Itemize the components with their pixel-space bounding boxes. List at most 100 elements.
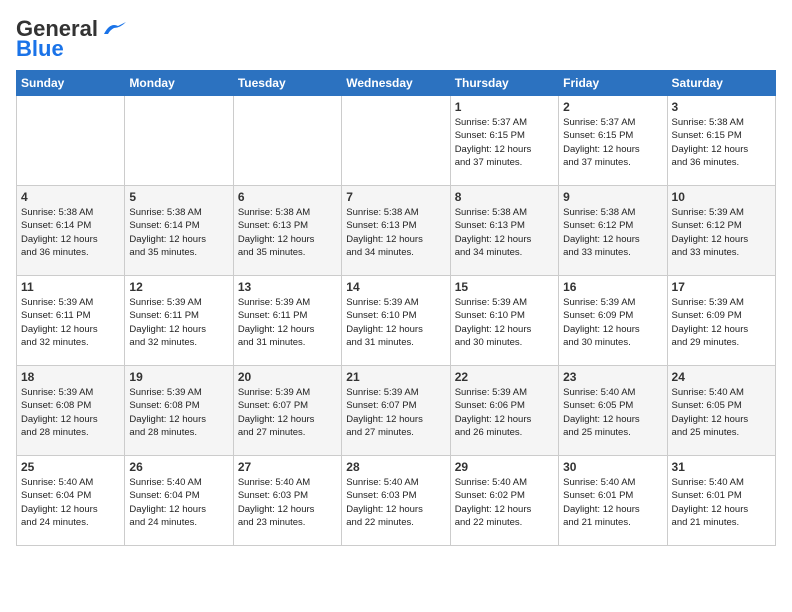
cell-info: Sunrise: 5:39 AMSunset: 6:08 PMDaylight:… [129, 386, 228, 439]
day-number: 7 [346, 190, 445, 204]
calendar-header-row: SundayMondayTuesdayWednesdayThursdayFrid… [17, 71, 776, 96]
calendar-cell: 5Sunrise: 5:38 AMSunset: 6:14 PMDaylight… [125, 186, 233, 276]
day-number: 12 [129, 280, 228, 294]
calendar-week-row: 11Sunrise: 5:39 AMSunset: 6:11 PMDayligh… [17, 276, 776, 366]
day-number: 4 [21, 190, 120, 204]
calendar-cell: 9 Sunrise: 5:38 AMSunset: 6:12 PMDaylight… [559, 186, 667, 276]
calendar-cell: 2 Sunrise: 5:37 AMSunset: 6:15 PMDaylight… [559, 96, 667, 186]
calendar-cell: 20Sunrise: 5:39 AMSunset: 6:07 PMDayligh… [233, 366, 341, 456]
cell-info: Sunrise: 5:39 AMSunset: 6:10 PMDaylight:… [455, 296, 554, 349]
cell-info: Sunrise: 5:39 AMSunset: 6:06 PMDaylight:… [455, 386, 554, 439]
day-number: 24 [672, 370, 771, 384]
day-number: 14 [346, 280, 445, 294]
cell-info: Sunrise: 5:39 AMSunset: 6:11 PMDaylight:… [238, 296, 337, 349]
day-number: 31 [672, 460, 771, 474]
day-number: 21 [346, 370, 445, 384]
calendar-cell: 12 Sunrise: 5:39 AMSunset: 6:11 PMDayligh… [125, 276, 233, 366]
day-number: 26 [129, 460, 228, 474]
calendar-cell: 26 Sunrise: 5:40 AMSunset: 6:04 PMDayligh… [125, 456, 233, 546]
calendar-cell: 18 Sunrise: 5:39 AMSunset: 6:08 PMDayligh… [17, 366, 125, 456]
day-number: 23 [563, 370, 662, 384]
calendar-cell: 21 Sunrise: 5:39 AMSunset: 6:07 PMDayligh… [342, 366, 450, 456]
cell-info: Sunrise: 5:39 AMSunset: 6:09 PMDaylight:… [672, 296, 771, 349]
calendar-cell: 8 Sunrise: 5:38 AMSunset: 6:13 PMDaylight… [450, 186, 558, 276]
calendar-cell: 14Sunrise: 5:39 AMSunset: 6:10 PMDayligh… [342, 276, 450, 366]
cell-info: Sunrise: 5:38 AMSunset: 6:14 PMDaylight:… [21, 206, 120, 259]
day-number: 29 [455, 460, 554, 474]
logo-blue-text: Blue [16, 36, 64, 62]
calendar-cell: 10 Sunrise: 5:39 AMSunset: 6:12 PMDayligh… [667, 186, 775, 276]
day-number: 2 [563, 100, 662, 114]
cell-info: Sunrise: 5:40 AMSunset: 6:05 PMDaylight:… [563, 386, 662, 439]
day-number: 10 [672, 190, 771, 204]
day-number: 3 [672, 100, 771, 114]
column-header-saturday: Saturday [667, 71, 775, 96]
column-header-thursday: Thursday [450, 71, 558, 96]
cell-info: Sunrise: 5:38 AMSunset: 6:14 PMDaylight:… [129, 206, 228, 259]
calendar-table: SundayMondayTuesdayWednesdayThursdayFrid… [16, 70, 776, 546]
cell-info: Sunrise: 5:40 AMSunset: 6:04 PMDaylight:… [21, 476, 120, 529]
cell-info: Sunrise: 5:40 AMSunset: 6:03 PMDaylight:… [346, 476, 445, 529]
day-number: 16 [563, 280, 662, 294]
cell-info: Sunrise: 5:40 AMSunset: 6:01 PMDaylight:… [563, 476, 662, 529]
cell-info: Sunrise: 5:39 AMSunset: 6:09 PMDaylight:… [563, 296, 662, 349]
calendar-week-row: 4 Sunrise: 5:38 AMSunset: 6:14 PMDaylight… [17, 186, 776, 276]
page-header: General Blue [16, 16, 776, 62]
calendar-cell: 25 Sunrise: 5:40 AMSunset: 6:04 PMDayligh… [17, 456, 125, 546]
day-number: 30 [563, 460, 662, 474]
column-header-wednesday: Wednesday [342, 71, 450, 96]
day-number: 27 [238, 460, 337, 474]
cell-info: Sunrise: 5:39 AMSunset: 6:12 PMDaylight:… [672, 206, 771, 259]
calendar-cell: 3Sunrise: 5:38 AMSunset: 6:15 PMDaylight… [667, 96, 775, 186]
calendar-cell: 28 Sunrise: 5:40 AMSunset: 6:03 PMDayligh… [342, 456, 450, 546]
column-header-sunday: Sunday [17, 71, 125, 96]
cell-info: Sunrise: 5:40 AMSunset: 6:02 PMDaylight:… [455, 476, 554, 529]
cell-info: Sunrise: 5:37 AMSunset: 6:15 PMDaylight:… [563, 116, 662, 169]
cell-info: Sunrise: 5:38 AMSunset: 6:13 PMDaylight:… [238, 206, 337, 259]
cell-info: Sunrise: 5:40 AMSunset: 6:01 PMDaylight:… [672, 476, 771, 529]
calendar-cell: 29 Sunrise: 5:40 AMSunset: 6:02 PMDayligh… [450, 456, 558, 546]
calendar-cell [342, 96, 450, 186]
calendar-cell: 16 Sunrise: 5:39 AMSunset: 6:09 PMDayligh… [559, 276, 667, 366]
day-number: 6 [238, 190, 337, 204]
calendar-cell: 13 Sunrise: 5:39 AMSunset: 6:11 PMDayligh… [233, 276, 341, 366]
cell-info: Sunrise: 5:39 AMSunset: 6:11 PMDaylight:… [129, 296, 228, 349]
cell-info: Sunrise: 5:40 AMSunset: 6:04 PMDaylight:… [129, 476, 228, 529]
day-number: 8 [455, 190, 554, 204]
calendar-cell [233, 96, 341, 186]
day-number: 25 [21, 460, 120, 474]
cell-info: Sunrise: 5:39 AMSunset: 6:11 PMDaylight:… [21, 296, 120, 349]
day-number: 1 [455, 100, 554, 114]
calendar-cell: 1Sunrise: 5:37 AMSunset: 6:15 PMDaylight… [450, 96, 558, 186]
day-number: 9 [563, 190, 662, 204]
calendar-cell: 31 Sunrise: 5:40 AMSunset: 6:01 PMDayligh… [667, 456, 775, 546]
column-header-monday: Monday [125, 71, 233, 96]
calendar-cell: 23 Sunrise: 5:40 AMSunset: 6:05 PMDayligh… [559, 366, 667, 456]
calendar-cell: 11Sunrise: 5:39 AMSunset: 6:11 PMDayligh… [17, 276, 125, 366]
calendar-cell: 4 Sunrise: 5:38 AMSunset: 6:14 PMDaylight… [17, 186, 125, 276]
calendar-cell: 24Sunrise: 5:40 AMSunset: 6:05 PMDayligh… [667, 366, 775, 456]
column-header-tuesday: Tuesday [233, 71, 341, 96]
day-number: 18 [21, 370, 120, 384]
calendar-cell [125, 96, 233, 186]
cell-info: Sunrise: 5:38 AMSunset: 6:12 PMDaylight:… [563, 206, 662, 259]
calendar-cell: 6 Sunrise: 5:38 AMSunset: 6:13 PMDaylight… [233, 186, 341, 276]
calendar-cell: 7Sunrise: 5:38 AMSunset: 6:13 PMDaylight… [342, 186, 450, 276]
calendar-cell: 15Sunrise: 5:39 AMSunset: 6:10 PMDayligh… [450, 276, 558, 366]
day-number: 28 [346, 460, 445, 474]
calendar-cell: 17 Sunrise: 5:39 AMSunset: 6:09 PMDayligh… [667, 276, 775, 366]
calendar-week-row: 25 Sunrise: 5:40 AMSunset: 6:04 PMDayligh… [17, 456, 776, 546]
calendar-cell: 19Sunrise: 5:39 AMSunset: 6:08 PMDayligh… [125, 366, 233, 456]
cell-info: Sunrise: 5:38 AMSunset: 6:13 PMDaylight:… [455, 206, 554, 259]
cell-info: Sunrise: 5:40 AMSunset: 6:03 PMDaylight:… [238, 476, 337, 529]
day-number: 17 [672, 280, 771, 294]
cell-info: Sunrise: 5:39 AMSunset: 6:08 PMDaylight:… [21, 386, 120, 439]
logo-bird-icon [100, 20, 128, 38]
calendar-week-row: 18 Sunrise: 5:39 AMSunset: 6:08 PMDayligh… [17, 366, 776, 456]
day-number: 22 [455, 370, 554, 384]
calendar-cell: 30 Sunrise: 5:40 AMSunset: 6:01 PMDayligh… [559, 456, 667, 546]
column-header-friday: Friday [559, 71, 667, 96]
cell-info: Sunrise: 5:39 AMSunset: 6:07 PMDaylight:… [346, 386, 445, 439]
logo: General Blue [16, 16, 128, 62]
day-number: 13 [238, 280, 337, 294]
